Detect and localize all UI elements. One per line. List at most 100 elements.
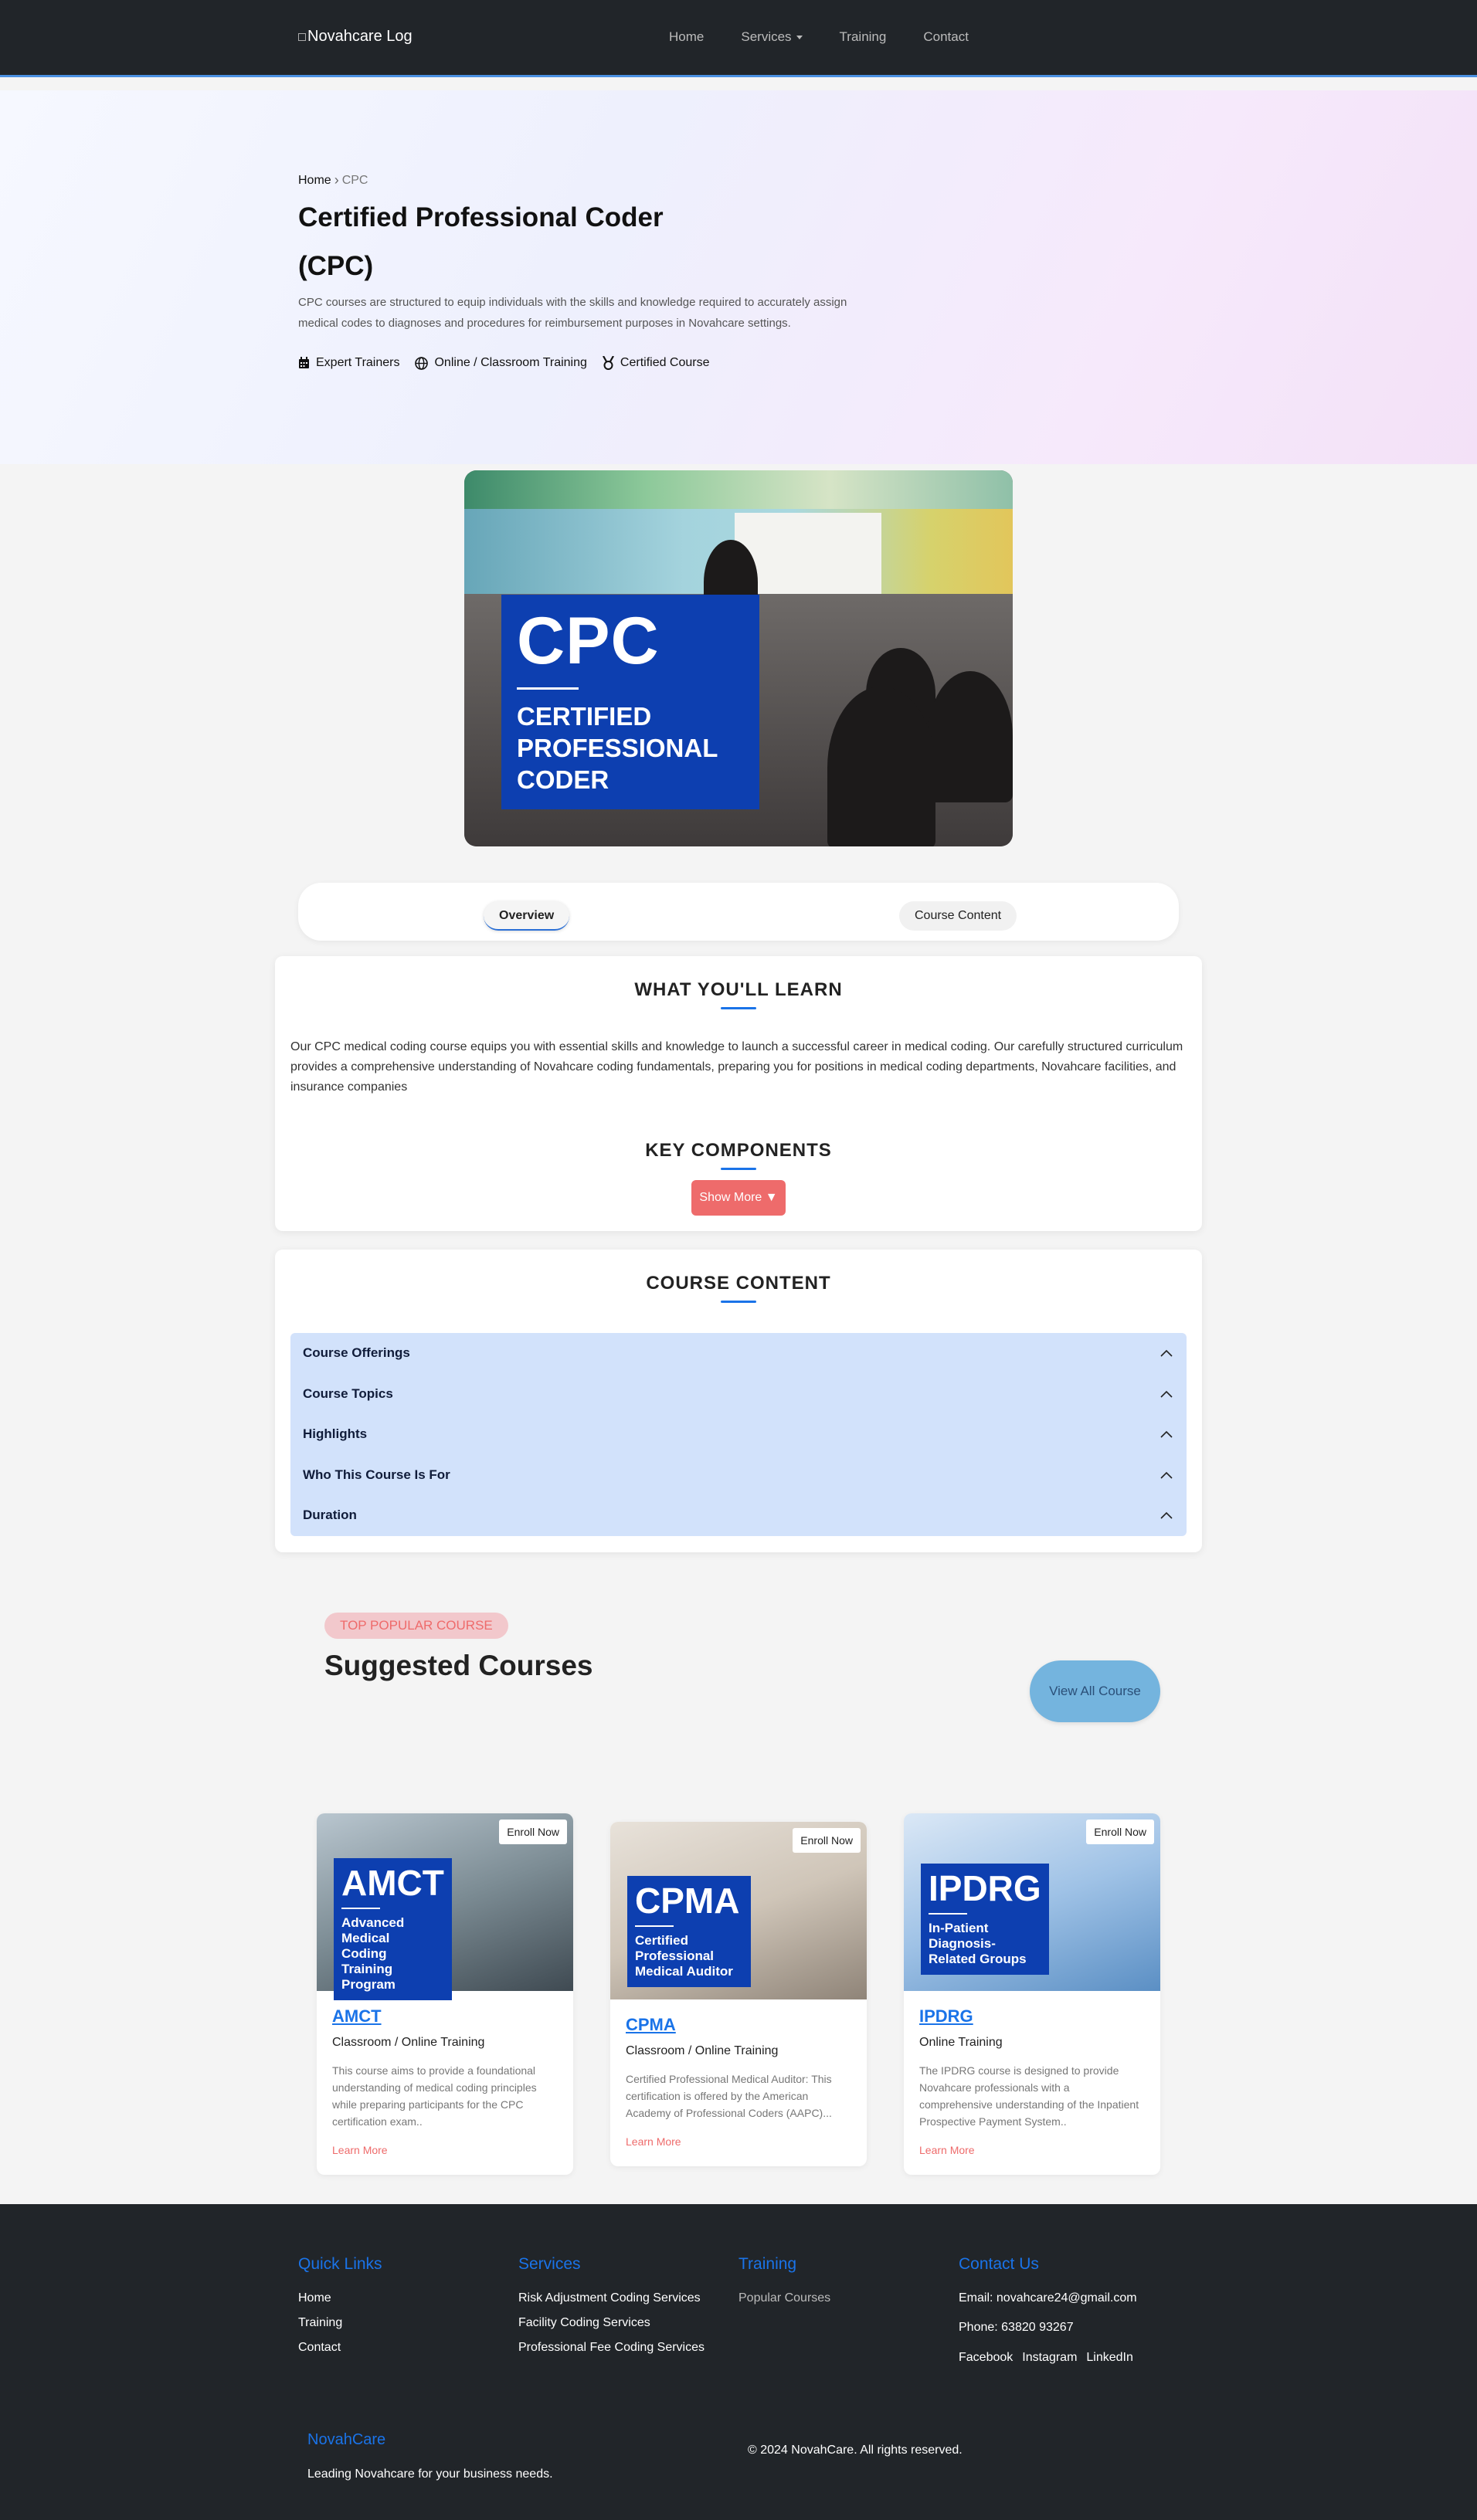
course-name-link[interactable]: AMCT [332, 2006, 558, 2027]
course-description: This course aims to provide a foundation… [332, 2064, 537, 2128]
enroll-now-button[interactable]: Enroll Now [499, 1820, 567, 1844]
footer-link-training[interactable]: Training [298, 2311, 382, 2335]
badge-title: IPDRG [929, 1868, 1041, 1908]
nav-training[interactable]: Training [840, 29, 887, 45]
footer-link-home[interactable]: Home [298, 2286, 382, 2311]
breadcrumb-home[interactable]: Home [298, 174, 331, 188]
social-linkedin[interactable]: LinkedIn [1086, 2351, 1133, 2365]
accordion-highlights[interactable]: Highlights [290, 1414, 1187, 1455]
nav-services[interactable]: Services [741, 29, 803, 45]
social-facebook[interactable]: Facebook [959, 2351, 1013, 2365]
course-mode: Online Training [919, 2036, 1003, 2049]
breadcrumb: Home › CPC [298, 172, 368, 188]
footer-heading: Quick Links [298, 2255, 382, 2273]
footer-link-professional-fee[interactable]: Professional Fee Coding Services [518, 2335, 705, 2360]
badge-line: CERTIFIED [517, 702, 652, 731]
learn-more-link[interactable]: Learn More [919, 2144, 1145, 2156]
logo-alt-text: Novahcare Log [307, 28, 413, 45]
course-mode: Classroom / Online Training [626, 2044, 779, 2057]
accordion-who-for[interactable]: Who This Course Is For [290, 1455, 1187, 1496]
section-title: KEY COMPONENTS [645, 1140, 832, 1161]
course-card-body: CPMA Classroom / Online Training Certifi… [610, 1999, 867, 2166]
what-you-learn-card: WHAT YOU'LL LEARN Our CPC medical coding… [275, 956, 1202, 1231]
badge-subtitle: Advanced Medical Coding Training Program [341, 1915, 405, 1992]
course-card-body: IPDRG Online Training The IPDRG course i… [904, 1991, 1160, 2175]
footer-brand-name: NovahCare [307, 2431, 386, 2448]
learn-more-link[interactable]: Learn More [332, 2144, 558, 2156]
feature-label: Expert Trainers [316, 356, 400, 369]
accordion-label: Course Offerings [303, 1345, 410, 1361]
course-name-link[interactable]: IPDRG [919, 2006, 1145, 2027]
feature-label: Online / Classroom Training [434, 356, 587, 369]
caret-down-icon [796, 36, 803, 40]
navbar: Novahcare Log Home Services Training Con… [0, 0, 1477, 77]
course-hero-image: CPC CERTIFIED PROFESSIONAL CODER [464, 470, 1013, 846]
copyright: © 2024 NovahCare. All rights reserved. [748, 2444, 963, 2457]
student [928, 671, 1013, 802]
nav-links: Home Services Training Contact [669, 29, 1006, 45]
classroom-wall [464, 470, 1013, 509]
nav-contact[interactable]: Contact [923, 29, 969, 45]
learn-more-link[interactable]: Learn More [626, 2135, 851, 2148]
footer-contact: Contact Us Email: novahcare24@gmail.com … [959, 2255, 1143, 2365]
accordion-label: Highlights [303, 1426, 368, 1442]
badge-divider [341, 1908, 380, 1909]
course-card-image: AMCT Advanced Medical Coding Training Pr… [317, 1813, 573, 2000]
footer-heading: Contact Us [959, 2255, 1039, 2273]
breadcrumb-current: CPC [341, 173, 368, 187]
course-content-card: COURSE CONTENT Course Offerings Course T… [275, 1250, 1202, 1552]
social-links: Facebook Instagram LinkedIn [959, 2351, 1143, 2365]
show-more-button[interactable]: Show More ▼ [691, 1180, 786, 1216]
badge-subtitle: In-Patient Diagnosis-Related Groups [929, 1921, 1027, 1966]
footer-link-contact[interactable]: Contact [298, 2335, 382, 2360]
page-title: Certified Professional Coder (CPC) [298, 202, 664, 281]
learn-description: Our CPC medical coding course equips you… [290, 1040, 1183, 1094]
badge-title: CPMA [635, 1881, 740, 1921]
course-badge: IPDRG In-Patient Diagnosis-Related Group… [921, 1864, 1049, 1975]
footer-link-popular-courses[interactable]: Popular Courses [738, 2286, 830, 2311]
course-description: Certified Professional Medical Auditor: … [626, 2073, 832, 2119]
hero-description: CPC courses are structured to equip indi… [298, 296, 847, 330]
course-card-body: AMCT Classroom / Online Training This co… [317, 1991, 573, 2175]
title-underline [721, 1007, 756, 1009]
accordion-course-offerings[interactable]: Course Offerings [290, 1333, 1187, 1374]
course-card-image: CPMA Certified Professional Medical Audi… [610, 1822, 867, 1999]
title-underline [721, 1301, 756, 1303]
globe-icon [415, 356, 429, 370]
course-badge: AMCT Advanced Medical Coding Training Pr… [334, 1858, 452, 2000]
course-description: The IPDRG course is designed to provide … [919, 2064, 1139, 2128]
logo[interactable]: Novahcare Log [298, 28, 413, 46]
badge-title: AMCT [341, 1863, 444, 1903]
footer-link-risk-adjustment[interactable]: Risk Adjustment Coding Services [518, 2286, 705, 2311]
title-underline [721, 1168, 756, 1170]
accordion-label: Duration [303, 1508, 357, 1523]
tab-bar: Overview Course Content [298, 883, 1179, 941]
social-instagram[interactable]: Instagram [1022, 2351, 1077, 2365]
tab-overview[interactable]: Overview [484, 901, 570, 931]
footer-brand: NovahCare Leading Novahcare for your bus… [307, 2431, 553, 2481]
footer-link-facility-coding[interactable]: Facility Coding Services [518, 2311, 705, 2335]
accordion-course-topics[interactable]: Course Topics [290, 1374, 1187, 1415]
accordion-label: Course Topics [303, 1385, 393, 1401]
enroll-now-button[interactable]: Enroll Now [793, 1828, 861, 1853]
footer: Quick Links Home Training Contact Servic… [0, 2204, 1477, 2520]
badge-line: PROFESSIONAL [517, 734, 718, 762]
course-mode: Classroom / Online Training [332, 2036, 485, 2049]
course-badge: CPC CERTIFIED PROFESSIONAL CODER [501, 595, 759, 809]
footer-heading: Training [738, 2255, 797, 2273]
nav-home[interactable]: Home [669, 29, 704, 45]
course-name-link[interactable]: CPMA [626, 2015, 851, 2035]
view-all-course-button[interactable]: View All Course [1030, 1660, 1160, 1722]
badge-divider [929, 1913, 967, 1915]
course-card-amct: AMCT Advanced Medical Coding Training Pr… [317, 1813, 573, 2175]
feature-label: Certified Course [620, 356, 710, 369]
student [827, 687, 935, 846]
tab-course-content[interactable]: Course Content [899, 901, 1017, 931]
accordion-duration[interactable]: Duration [290, 1495, 1187, 1536]
contact-email: Email: novahcare24@gmail.com [959, 2291, 1137, 2305]
course-card-cpma: CPMA Certified Professional Medical Audi… [610, 1822, 867, 2166]
enroll-now-button[interactable]: Enroll Now [1086, 1820, 1154, 1844]
course-accordion: Course Offerings Course Topics Highlight… [290, 1333, 1187, 1536]
course-card-image: IPDRG In-Patient Diagnosis-Related Group… [904, 1813, 1160, 1991]
course-card-ipdrg: IPDRG In-Patient Diagnosis-Related Group… [904, 1813, 1160, 2175]
